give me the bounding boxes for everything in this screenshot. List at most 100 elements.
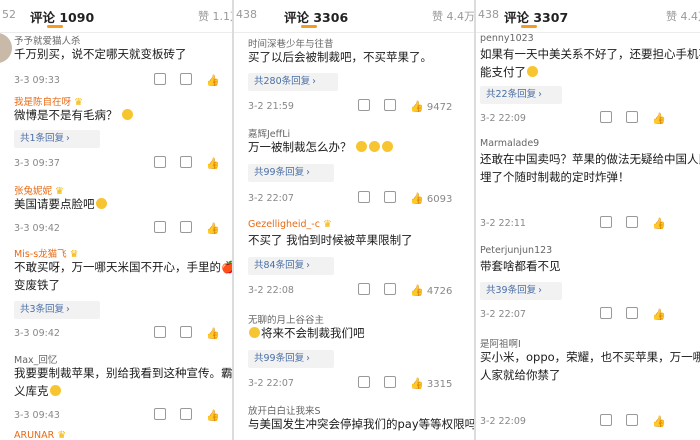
comment-time: 3-3 09:42 [14,328,60,339]
reply-icon[interactable] [180,408,192,420]
share-icon[interactable] [600,111,612,123]
comments-header: 438 评论 3306 赞 4.4万 [234,0,474,33]
comments-tab[interactable]: 评论 3306 [284,7,348,26]
share-icon[interactable] [358,191,370,203]
avatar[interactable] [0,33,12,63]
cropped-tab-label: 438 [478,8,499,21]
view-replies-button[interactable]: 共1条回复 › [14,130,100,148]
comment-text-line2: 埋了个随时制裁的定时炸弹！ [480,170,630,184]
view-replies-button[interactable]: 共39条回复 › [480,282,562,300]
comment-text: 与美国发生冲突会停掉我们的pay等等权限吗吗 [248,417,474,431]
likes-tab[interactable]: 赞 4.4万 [666,8,700,24]
comment-time: 3-2 22:09 [480,113,526,124]
like-icon[interactable]: 👍 [652,415,666,428]
view-replies-button[interactable]: 共99条回复 › [248,164,334,182]
reply-icon[interactable] [384,376,396,388]
like-icon[interactable]: 👍 [652,308,666,321]
comment-time: 3-2 22:11 [480,218,526,229]
share-icon[interactable] [154,326,166,338]
username[interactable]: Marmalade9 [480,138,539,149]
reply-icon[interactable] [626,111,638,123]
username[interactable]: Gezelligheid_-c ♛ [248,219,332,230]
like-icon[interactable]: 👍 [410,100,424,113]
like-icon[interactable]: 👍 [206,157,220,170]
username[interactable]: Peterjunjun123 [480,245,552,256]
reply-icon[interactable] [180,73,192,85]
share-icon[interactable] [154,156,166,168]
like-icon[interactable]: 👍 [652,112,666,125]
smile-emoji-icon [122,109,134,120]
reply-icon[interactable] [384,99,396,111]
active-tab-indicator [521,25,537,28]
comment-text: 千万别买，说不定哪天就变板砖了 [14,47,187,61]
share-icon[interactable] [154,408,166,420]
comments-header: 52 评论 1090 赞 1.1万 [0,0,232,33]
comment-actions: 👍 [140,408,220,422]
comments-tab[interactable]: 评论 3307 [504,7,568,26]
view-replies-button[interactable]: 共280条回复 › [248,73,338,91]
cropped-tab-label: 52 [2,8,16,21]
like-icon[interactable]: 👍 [410,192,424,205]
reply-icon[interactable] [384,283,396,295]
cropped-tab-label: 438 [236,8,257,21]
like-icon[interactable]: 👍 [410,284,424,297]
emoji-icon [249,327,260,338]
reply-icon[interactable] [384,191,396,203]
view-replies-button[interactable]: 共3条回复 › [14,301,100,319]
share-icon[interactable] [154,73,166,85]
like-icon[interactable]: 👍 [206,327,220,340]
comment-text: 不敢买呀，万一哪天米国不开心，手里的🍎就 [14,260,232,274]
comments-header: 438 评论 3307 赞 4.4万 [476,0,700,33]
like-icon[interactable]: 👍 [206,74,220,87]
view-replies-button[interactable]: 共99条回复 › [248,350,334,368]
share-icon[interactable] [358,283,370,295]
share-icon[interactable] [358,376,370,388]
comment-actions: 👍 3315 [344,376,452,390]
username[interactable]: penny1023 [480,33,534,44]
reply-icon[interactable] [626,216,638,228]
comments-tab[interactable]: 评论 1090 [30,7,94,26]
comment-text: 我要要制裁苹果，别给我看到这种宣传。霸权主 [14,366,232,380]
emoji-icon [369,141,381,152]
active-tab-indicator [47,25,63,28]
share-icon[interactable] [154,221,166,233]
comment-time: 3-2 22:07 [248,378,294,389]
reply-icon[interactable] [180,221,192,233]
username[interactable]: ARUNAR ♛ [14,430,66,440]
like-icon[interactable]: 👍 [206,409,220,422]
like-icon[interactable]: 👍 [206,222,220,235]
reply-icon[interactable] [626,414,638,426]
comment-time: 3-2 21:59 [248,101,294,112]
likes-tab[interactable]: 赞 4.4万 [432,8,474,24]
comment-time: 3-3 09:42 [14,223,60,234]
comment-text-line2: 变废铁了 [14,278,60,292]
comment-text: 带套啥都看不见 [480,259,561,273]
comment-actions: 👍 4726 [344,283,452,297]
crown-icon: ♛ [322,219,332,230]
view-replies-button[interactable]: 共84条回复 › [248,257,334,275]
comment-text: 买小米，oppo，荣耀，也不买苹果，万一哪天 [480,350,700,364]
comment-time: 3-3 09:33 [14,75,60,86]
share-icon[interactable] [358,99,370,111]
comment-text: 微博是不是有毛病？ [14,106,134,125]
comment-time: 3-3 09:37 [14,158,60,169]
like-icon[interactable]: 👍 [652,217,666,230]
comment-text: 将来不会制裁我们吧 [248,324,365,343]
comment-actions: 👍 [586,216,666,230]
share-icon[interactable] [600,216,612,228]
comment-panel-3: 438 评论 3307 赞 4.4万 penny1023 如果有一天中美关系不好… [476,0,700,440]
comment-panel-2: 438 评论 3306 赞 4.4万 时间深巷少年与往昔 买了以后会被制裁吧，不… [234,0,474,440]
share-icon[interactable] [600,414,612,426]
reply-icon[interactable] [626,307,638,319]
share-icon[interactable] [600,307,612,319]
comment-text-line2: 能支付了 [480,63,539,82]
likes-tab[interactable]: 赞 1.1万 [198,8,232,24]
comment-actions: 👍 [586,111,666,125]
comment-text: 美国请要点脸吧 [14,195,108,214]
view-replies-button[interactable]: 共22条回复 › [480,86,562,104]
reply-icon[interactable] [180,156,192,168]
reply-icon[interactable] [180,326,192,338]
comment-text: 买了以后会被制裁吧，不买苹果了。 [248,50,432,64]
comment-text: 不买了 我怕到时候被苹果限制了 [248,233,413,247]
like-icon[interactable]: 👍 [410,377,424,390]
